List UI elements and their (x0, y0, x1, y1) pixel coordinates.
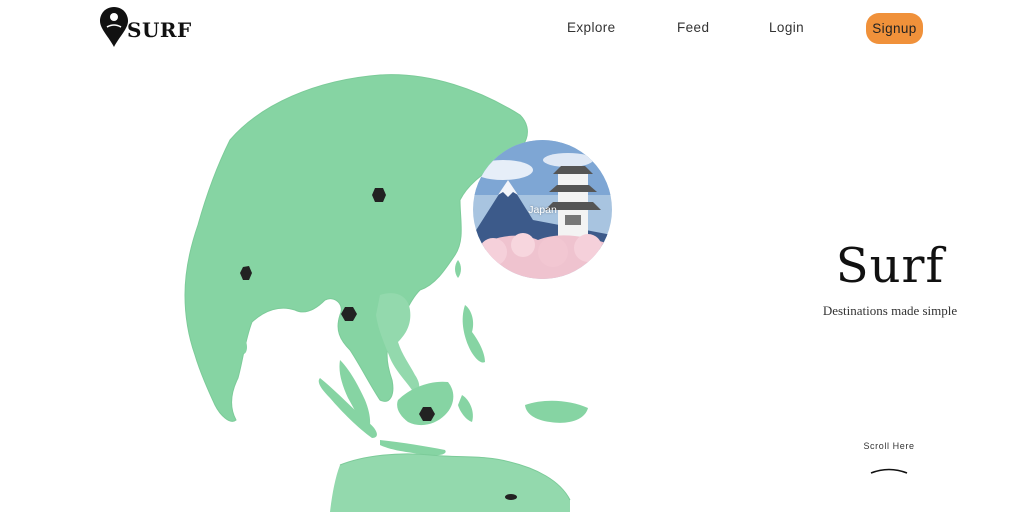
destination-marker (372, 188, 386, 202)
nav-login-link[interactable]: Login (769, 20, 804, 35)
scroll-label[interactable]: Scroll Here (839, 441, 939, 451)
new-guinea-island (525, 400, 588, 423)
hero-title: Surf (835, 238, 945, 294)
japan-destination-card[interactable]: Japan (473, 140, 612, 279)
chevron-up-icon[interactable] (869, 461, 909, 480)
destination-label: Japan (528, 204, 557, 216)
taiwan-island (455, 260, 461, 278)
nav-feed-link[interactable]: Feed (677, 20, 709, 35)
philippines-islands (462, 305, 485, 363)
destination-marker (505, 494, 517, 500)
main-nav: Explore Feed Login Signup (0, 12, 1024, 44)
australia-landmass (330, 453, 570, 512)
sulawesi-island (458, 395, 473, 422)
globe[interactable] (140, 60, 640, 512)
nav-explore-link[interactable]: Explore (567, 20, 616, 35)
hero-subtitle: Destinations made simple (822, 303, 958, 318)
java-island (380, 440, 446, 456)
landing-page: SURF Explore Feed Login Signup Japan Sur… (0, 0, 1024, 512)
signup-button[interactable]: Signup (866, 13, 923, 44)
